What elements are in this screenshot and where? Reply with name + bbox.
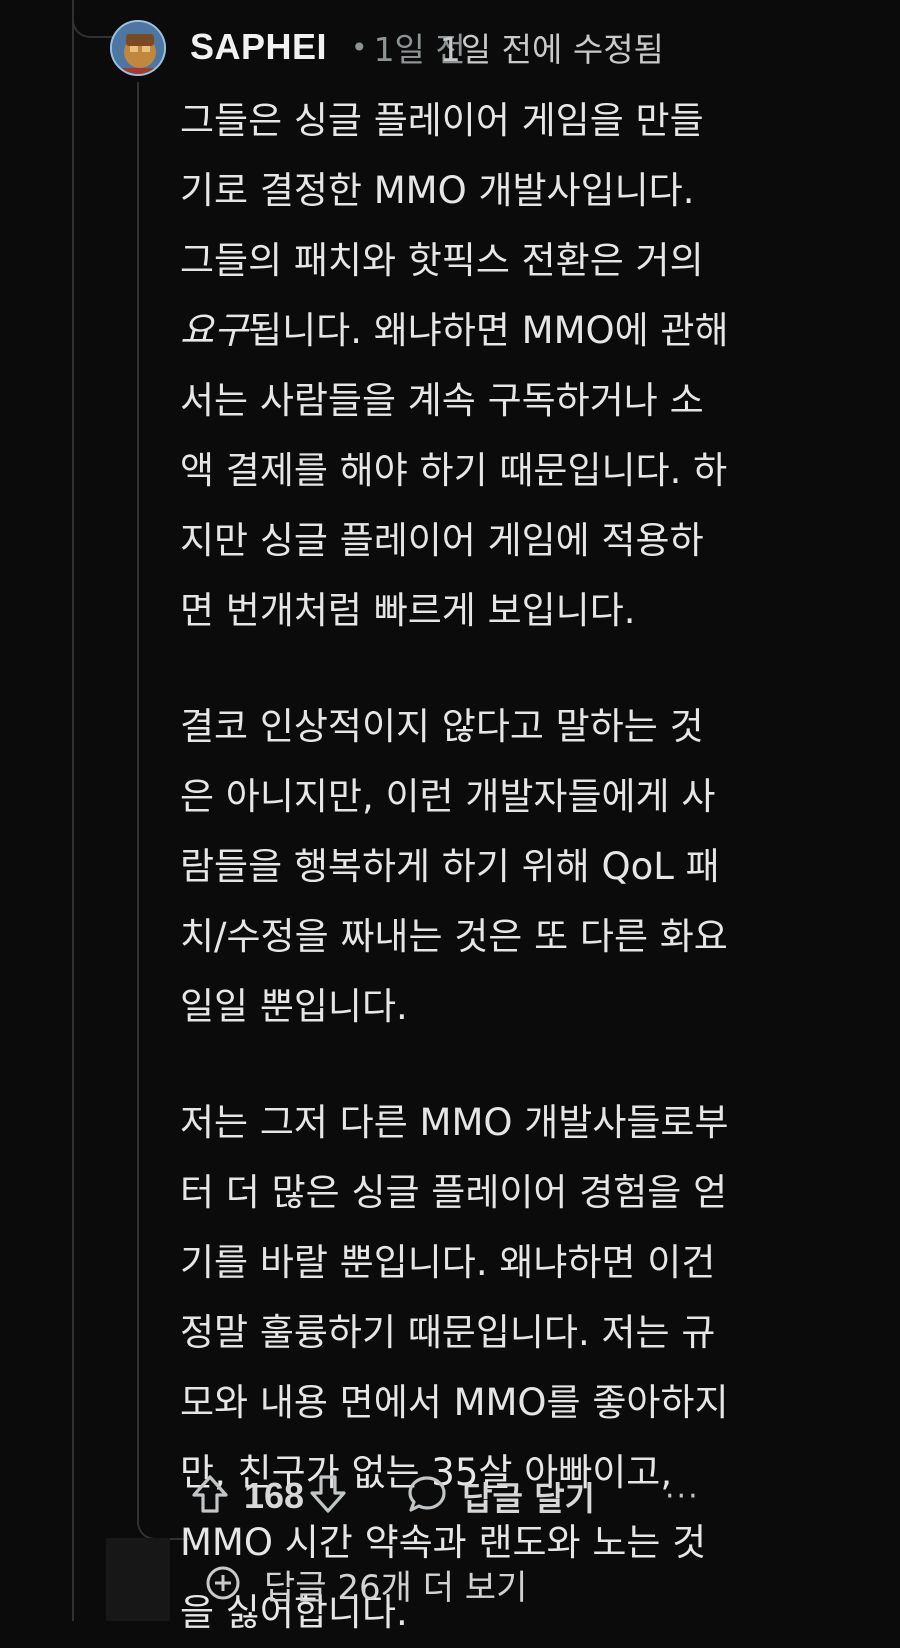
comment-line: 기를 바랄 뿐입니다. 왜냐하면 이건 — [180, 1241, 716, 1284]
username-link[interactable]: SAPHEI — [190, 26, 327, 68]
comment-line: 저는 그저 다른 MMO 개발사들로부 — [180, 1101, 729, 1144]
comment-line: 면 번개처럼 빠르게 보입니다. — [180, 589, 636, 632]
comment-line: 치/수정을 짜내는 것은 또 다른 화요 — [180, 915, 728, 958]
comment-line: 은 아니지만, 이런 개발자들에게 사 — [180, 775, 716, 818]
arrow-up-icon[interactable] — [190, 1473, 230, 1519]
comment-line: 결코 인상적이지 않다고 말하는 것 — [180, 705, 704, 748]
comment-line: MMO 시간 약속과 랜도와 노는 것 — [180, 1521, 707, 1564]
comment-line-emphasis: 요구됩니다. 왜냐하면 MMO에 관해 — [180, 309, 729, 352]
comment-line: 모와 내용 면에서 MMO를 좋아하지 — [180, 1381, 729, 1424]
comment-line: 액 결제를 해야 하기 때문입니다. 하 — [180, 449, 728, 492]
ellipsis-icon[interactable]: ··· — [665, 1479, 700, 1514]
arrow-down-icon[interactable] — [308, 1473, 348, 1519]
emphasis-text: 요구 — [180, 309, 249, 352]
more-replies-label: 답글 26개 더 보기 — [264, 1568, 528, 1608]
reply-label: 답글 달기 — [462, 1479, 596, 1518]
comment-line: 그들은 싱글 플레이어 게임을 만들 — [180, 99, 704, 142]
reply-button[interactable]: 답글 달기 — [406, 1472, 595, 1520]
comment-line: 그들의 패치와 핫픽스 전환은 거의 — [180, 239, 704, 282]
thread-highlight — [106, 1538, 170, 1621]
comment-header: SAPHEI • 1일 전 1일 전에 수정됨 — [190, 22, 664, 72]
vote-group: 168 — [190, 1473, 348, 1519]
more-replies-button[interactable]: 답글 26개 더 보기 — [204, 1560, 527, 1609]
plus-circle-icon — [204, 1564, 242, 1606]
separator-dot: • — [351, 30, 368, 64]
avatar[interactable] — [110, 20, 166, 76]
thread-line-comment[interactable] — [137, 82, 139, 1522]
edited-label: 1일 전에 수정됨 — [439, 30, 664, 69]
comment-actions: 168 답글 달기 ··· — [190, 1466, 700, 1526]
comment-line: 람들을 행복하게 하기 위해 QoL 패 — [180, 845, 720, 888]
vote-score: 168 — [244, 1475, 305, 1516]
comment-line: 터 더 많은 싱글 플레이어 경험을 얻 — [180, 1171, 728, 1214]
comment-line: 기로 결정한 MMO 개발사입니다. — [180, 169, 695, 212]
comment-body: 그들은 싱글 플레이어 게임을 만들 기로 결정한 MMO 개발사입니다. 그들… — [180, 86, 860, 1648]
speech-bubble-icon — [406, 1473, 448, 1519]
comment-line: 지만 싱글 플레이어 게임에 적용하 — [180, 519, 704, 562]
comment-paragraph: 결코 인상적이지 않다고 말하는 것 은 아니지만, 이런 개발자들에게 사 람… — [180, 692, 860, 1042]
comment-line: 정말 훌륭하기 때문입니다. 저는 규 — [180, 1311, 716, 1354]
comment-line: 일일 뿐입니다. — [180, 985, 408, 1028]
avatar-image — [112, 22, 164, 74]
comment-line: 서는 사람들을 계속 구독하거나 소 — [180, 379, 704, 422]
comment-paragraph: 그들은 싱글 플레이어 게임을 만들 기로 결정한 MMO 개발사입니다. 그들… — [180, 86, 860, 646]
thread-line-parent[interactable] — [72, 0, 74, 1621]
